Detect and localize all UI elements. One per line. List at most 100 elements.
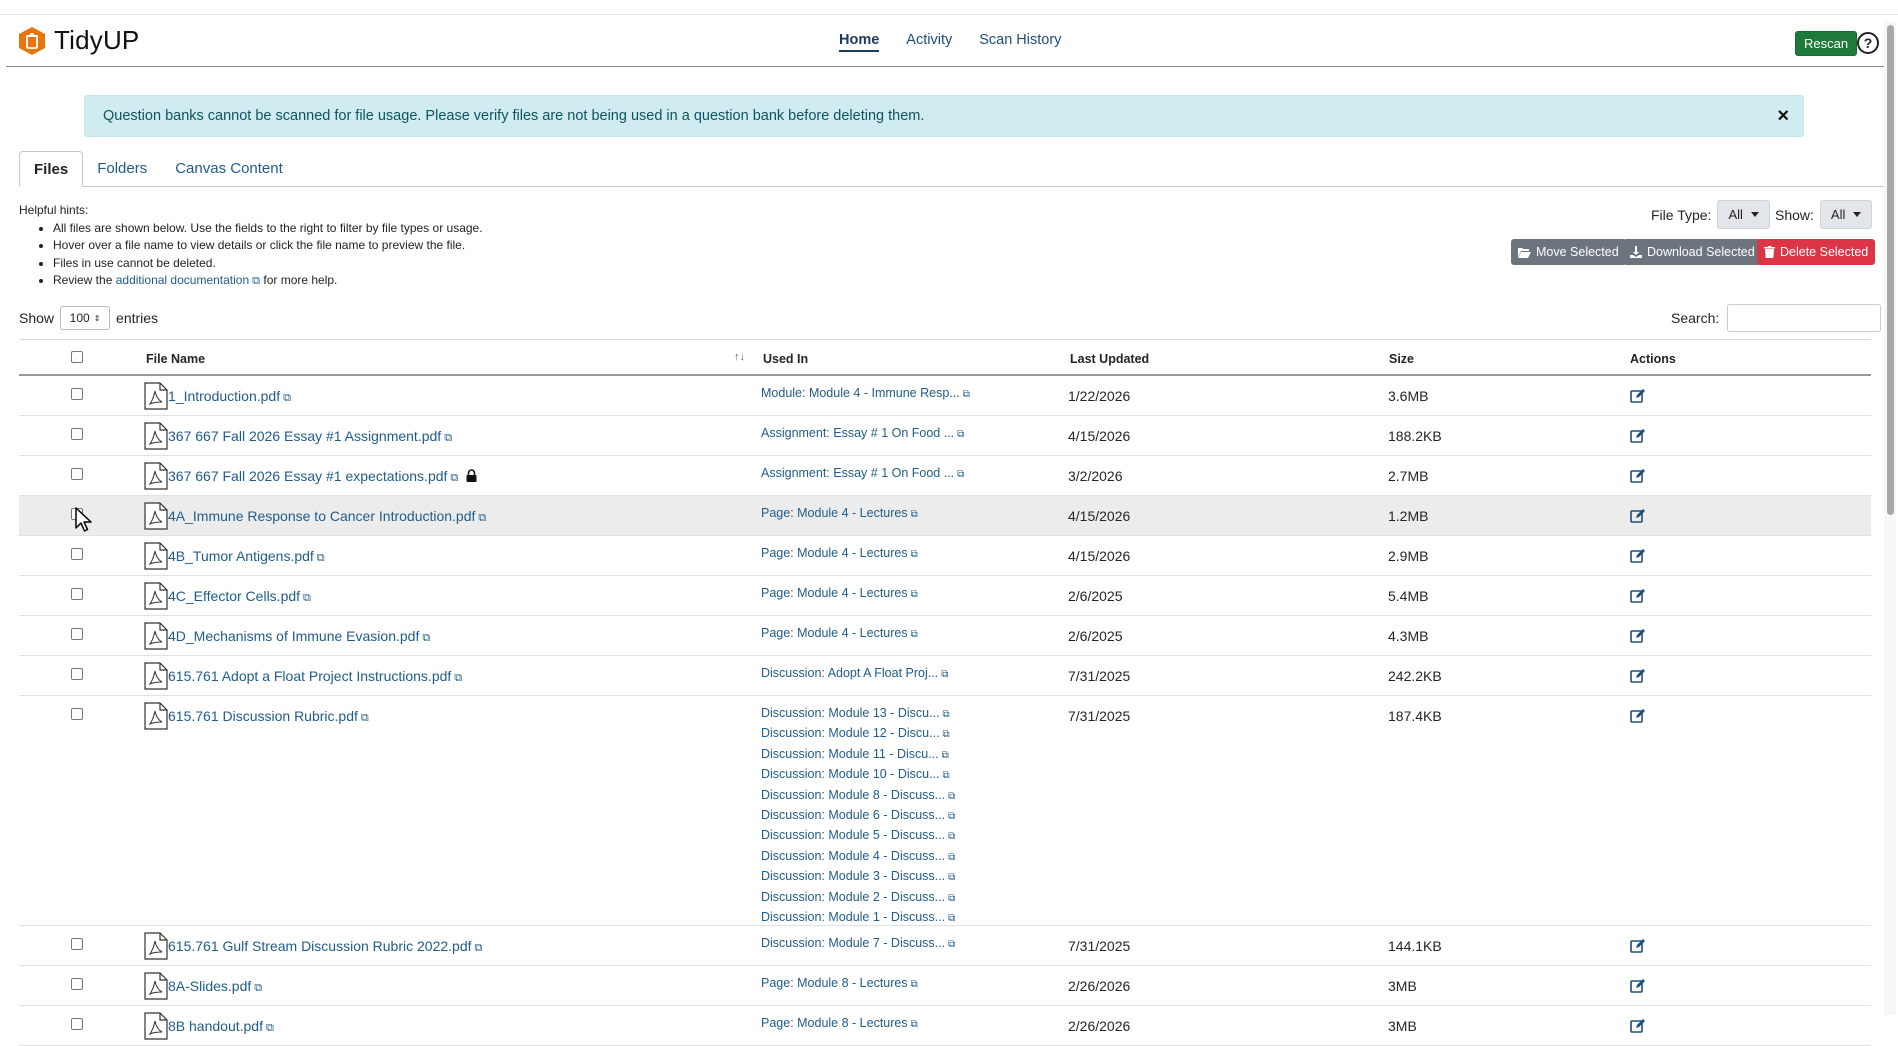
file-name-link[interactable]: 1_Introduction.pdf [168,388,280,404]
external-link-icon[interactable]: ⧉ [948,936,955,954]
tab-folders[interactable]: Folders [83,151,161,186]
row-checkbox[interactable] [71,588,83,600]
external-link-icon[interactable]: ⧉ [948,828,955,846]
used-in-link[interactable]: Discussion: Module 4 - Discuss... ⧉ [761,847,955,867]
external-link-icon[interactable]: ⧉ [317,552,325,565]
file-name-link[interactable]: 8A-Slides.pdf [168,978,251,994]
used-in-link[interactable]: Discussion: Module 3 - Discuss... ⧉ [761,867,955,887]
nav-home[interactable]: Home [839,32,880,52]
external-link-icon[interactable]: ⧉ [911,546,918,564]
file-type-select[interactable]: All [1717,200,1770,229]
file-name-link[interactable]: 8B handout.pdf [168,1018,263,1034]
nav-activity[interactable]: Activity [906,32,952,52]
move-selected-button[interactable]: Move Selected [1511,239,1626,265]
used-in-link[interactable]: Discussion: Module 12 - Discu... ⧉ [761,724,955,744]
edit-icon[interactable] [1630,1018,1646,1034]
nav-scan-history[interactable]: Scan History [979,32,1061,52]
external-link-icon[interactable]: ⧉ [943,726,950,744]
used-in-link[interactable]: Discussion: Module 5 - Discuss... ⧉ [761,826,955,846]
external-link-icon[interactable]: ⧉ [948,808,955,826]
row-checkbox[interactable] [71,668,83,680]
external-link-icon[interactable]: ⧉ [422,632,430,645]
row-checkbox[interactable] [71,938,83,950]
external-link-icon[interactable]: ⧉ [444,432,452,445]
external-link-icon[interactable]: ⧉ [450,472,458,485]
external-link-icon[interactable]: ⧉ [266,1022,274,1035]
select-all-checkbox[interactable] [71,351,83,363]
edit-icon[interactable] [1630,938,1646,954]
external-link-icon[interactable]: ⧉ [957,466,964,484]
external-link-icon[interactable]: ⧉ [941,666,948,684]
row-checkbox[interactable] [71,548,83,560]
external-link-icon[interactable]: ⧉ [911,626,918,644]
file-name-link[interactable]: 367 667 Fall 2026 Essay #1 Assignment.pd… [168,428,441,444]
used-in-link[interactable]: Page: Module 4 - Lectures ⧉ [761,504,918,524]
used-in-link[interactable]: Discussion: Module 2 - Discuss... ⧉ [761,888,955,908]
brand[interactable]: TidyUP [18,25,139,56]
external-link-icon[interactable]: ⧉ [957,426,964,444]
used-in-link[interactable]: Discussion: Module 13 - Discu... ⧉ [761,704,955,724]
used-in-link[interactable]: Page: Module 4 - Lectures ⧉ [761,624,918,644]
external-link-icon[interactable]: ⧉ [361,712,369,725]
edit-icon[interactable] [1630,668,1646,684]
row-checkbox[interactable] [71,708,83,720]
external-link-icon[interactable]: ⧉ [943,706,950,724]
used-in-link[interactable]: Discussion: Module 11 - Discu... ⧉ [761,745,955,765]
row-checkbox[interactable] [71,1018,83,1030]
row-checkbox[interactable] [71,388,83,400]
download-selected-button[interactable]: Download Selected [1623,239,1762,265]
file-name-link[interactable]: 4B_Tumor Antigens.pdf [168,548,314,564]
delete-selected-button[interactable]: Delete Selected [1757,239,1876,265]
file-name-link[interactable]: 4C_Effector Cells.pdf [168,588,300,604]
used-in-link[interactable]: Discussion: Module 7 - Discuss... ⧉ [761,934,955,954]
edit-icon[interactable] [1630,978,1646,994]
column-used-in[interactable]: Used In [763,352,808,366]
external-link-icon[interactable]: ⧉ [911,1016,918,1034]
tab-canvas-content[interactable]: Canvas Content [161,151,297,186]
external-link-icon[interactable]: ⧉ [252,273,260,291]
row-checkbox[interactable] [71,468,83,480]
edit-icon[interactable] [1630,708,1646,724]
used-in-link[interactable]: Discussion: Module 6 - Discuss... ⧉ [761,806,955,826]
entries-select[interactable]: 100 ⇕ [60,306,111,330]
show-select[interactable]: All [1819,200,1873,229]
external-link-icon[interactable]: ⧉ [948,788,955,806]
used-in-link[interactable]: Page: Module 4 - Lectures ⧉ [761,584,918,604]
file-name-link[interactable]: 615.761 Gulf Stream Discussion Rubric 20… [168,938,472,954]
external-link-icon[interactable]: ⧉ [948,869,955,887]
external-link-icon[interactable]: ⧉ [948,890,955,908]
file-name-link[interactable]: 615.761 Discussion Rubric.pdf [168,708,358,724]
edit-icon[interactable] [1630,588,1646,604]
external-link-icon[interactable]: ⧉ [948,849,955,867]
external-link-icon[interactable]: ⧉ [283,392,291,405]
search-input[interactable] [1727,304,1882,332]
used-in-link[interactable]: Assignment: Essay # 1 On Food ... ⧉ [761,464,964,484]
file-name-link[interactable]: 4D_Mechanisms of Immune Evasion.pdf [168,628,419,644]
used-in-link[interactable]: Discussion: Module 10 - Discu... ⧉ [761,765,955,785]
file-name-link[interactable]: 4A_Immune Response to Cancer Introductio… [168,508,475,524]
external-link-icon[interactable]: ⧉ [943,767,950,785]
column-file-name[interactable]: File Name [146,352,205,366]
external-link-icon[interactable]: ⧉ [303,592,311,605]
external-link-icon[interactable]: ⧉ [254,982,262,995]
edit-icon[interactable] [1630,388,1646,404]
sort-icon[interactable]: ↑↓ [734,351,745,363]
file-name-link[interactable]: 615.761 Adopt a Float Project Instructio… [168,668,451,684]
used-in-link[interactable]: Page: Module 8 - Lectures ⧉ [761,1014,918,1034]
external-link-icon[interactable]: ⧉ [942,747,949,765]
help-icon[interactable]: ? [1857,32,1879,54]
edit-icon[interactable] [1630,548,1646,564]
external-link-icon[interactable]: ⧉ [475,942,483,955]
external-link-icon[interactable]: ⧉ [478,512,486,525]
used-in-link[interactable]: Discussion: Module 8 - Discuss... ⧉ [761,786,955,806]
external-link-icon[interactable]: ⧉ [963,386,970,404]
used-in-link[interactable]: Discussion: Adopt A Float Proj... ⧉ [761,664,948,684]
used-in-link[interactable]: Page: Module 8 - Lectures ⧉ [761,974,918,994]
edit-icon[interactable] [1630,468,1646,484]
row-checkbox[interactable] [71,628,83,640]
external-link-icon[interactable]: ⧉ [911,586,918,604]
row-checkbox[interactable] [71,978,83,990]
used-in-link[interactable]: Page: Module 4 - Lectures ⧉ [761,544,918,564]
edit-icon[interactable] [1630,508,1646,524]
rescan-button[interactable]: Rescan [1795,31,1858,56]
